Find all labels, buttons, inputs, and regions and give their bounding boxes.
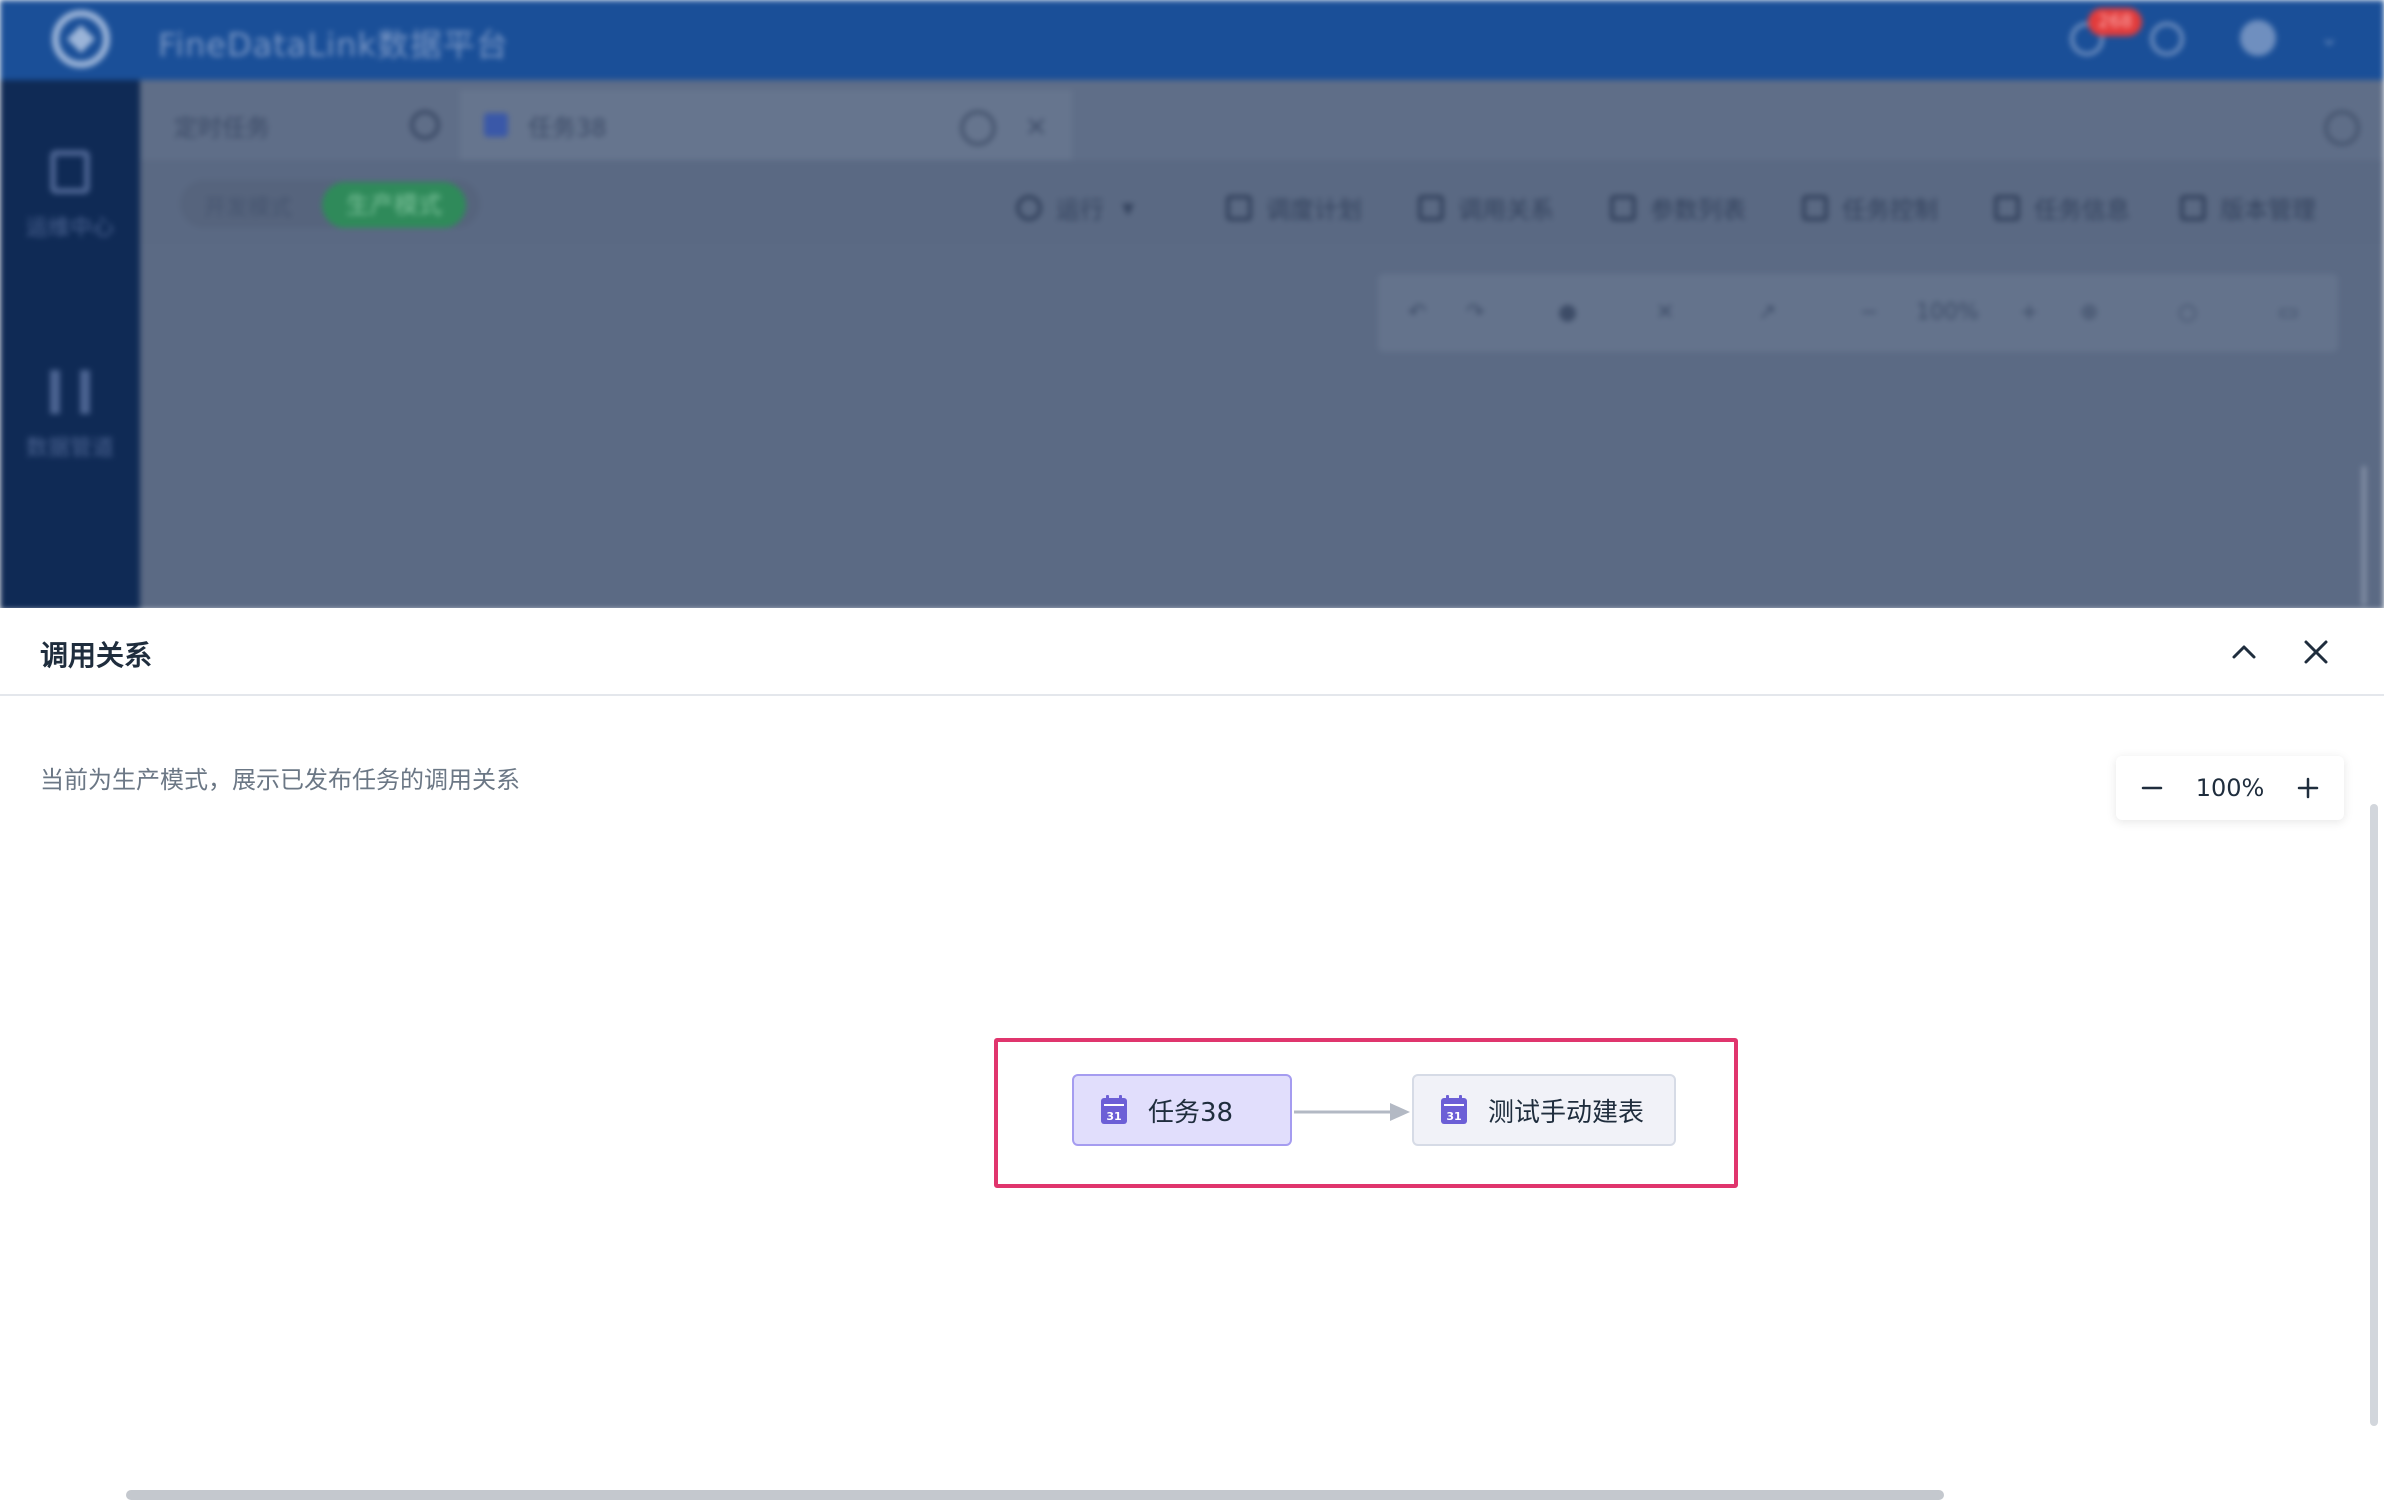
collapse-button[interactable] [2222,630,2266,674]
chevron-down-icon[interactable]: ⌄ [2320,26,2338,51]
top-bar: FineDataLink数据平台 268 ⌄ [0,0,2384,80]
sidebar-item-data-pipeline[interactable]: 数据管道 [0,370,140,462]
redo-icon[interactable]: ↷ [1466,300,1484,325]
app-logo [52,10,110,68]
calendar-check-icon [50,150,90,194]
canvas-zoom-value: 100% [1916,300,1979,325]
background-scrollbar[interactable] [2362,466,2366,606]
add-tab-icon[interactable] [960,110,996,146]
notification-badge: 268 [2088,8,2143,36]
schedule-plan-label: 调度计划 [1266,196,1362,224]
horizontal-scrollbar[interactable] [126,1490,1944,1500]
call-relation-button[interactable]: 调用关系 [1418,190,1554,225]
undo-icon[interactable]: ↶ [1408,300,1426,325]
plus-icon [2297,777,2319,799]
locate-icon[interactable]: ⊕ [2080,300,2098,325]
panel-title: 调用关系 [40,639,153,672]
vertical-scrollbar[interactable] [2370,804,2378,1426]
node-label: 任务38 [1148,1097,1234,1128]
tab-strip: 定时任务 任务38 × [140,80,2384,160]
canvas-toolbar: ↶ ↷ ● ✕ ↗ − 100% + ⊕ ○ ▭ [1378,274,2338,352]
search-icon[interactable]: ○ [2178,300,2197,325]
task-control-label: 任务控制 [1842,196,1938,224]
info-icon[interactable] [2324,110,2360,146]
params-icon [1610,194,1636,221]
mode-prod-option[interactable]: 生产模式 [322,182,466,228]
background-app: FineDataLink数据平台 268 ⌄ 运维中心 数据管道 定时任务 任务… [0,0,2384,610]
svg-text:31: 31 [1106,1110,1121,1123]
node-label: 测试手动建表 [1488,1097,1645,1128]
run-label: 运行 [1056,196,1104,224]
task-info-button[interactable]: 任务信息 [1994,190,2130,225]
zoom-in-button[interactable] [2290,770,2326,806]
app-title: FineDataLink数据平台 [158,26,509,64]
control-icon [1802,194,1828,221]
play-icon [1016,194,1042,221]
tab-label: 定时任务 [174,113,270,142]
scheduled-task-icon: 31 [1441,1095,1467,1124]
schedule-icon [1226,194,1252,221]
run-button[interactable]: 运行 ▾ [1016,190,1134,225]
mode-dev-option[interactable]: 开发模式 [204,190,292,222]
fit-icon[interactable]: ✕ [1656,300,1674,325]
graph-node-test-manual-table[interactable]: 31 测试手动建表 [1412,1074,1676,1146]
task-control-button[interactable]: 任务控制 [1802,190,1938,225]
info-doc-icon [1994,194,2020,221]
tab-label: 任务38 [528,113,607,142]
zoom-in-icon[interactable]: + [2020,300,2038,325]
close-icon [2304,640,2328,664]
param-list-button[interactable]: 参数列表 [1610,190,1746,225]
task-icon [484,113,508,137]
help-icon[interactable] [2150,22,2184,56]
dependency-arrow [1294,1103,1410,1121]
pipeline-icon [50,370,90,414]
graph-node-task38[interactable]: 31 任务38 [1072,1074,1292,1146]
relation-icon [1418,194,1444,221]
chevron-up-icon [2232,645,2256,659]
sidebar-item-label: 数据管道 [25,436,114,461]
zoom-out-button[interactable] [2134,770,2170,806]
close-icon[interactable]: × [1025,109,1048,142]
connector-icon[interactable]: ↗ [1758,300,1776,325]
tab-scheduled-tasks[interactable]: 定时任务 [160,90,460,160]
schedule-plan-button[interactable]: 调度计划 [1226,190,1362,225]
user-avatar[interactable] [2240,20,2276,56]
version-manage-button[interactable]: 版本管理 [2180,190,2316,225]
param-list-label: 参数列表 [1650,196,1746,224]
gear-icon[interactable] [410,110,440,140]
sidebar-item-label: 运维中心 [25,216,114,241]
task-info-label: 任务信息 [2034,196,2130,224]
zoom-control: 100% [2116,756,2344,820]
svg-text:31: 31 [1446,1110,1461,1123]
version-icon [2180,194,2206,221]
mode-hint-text: 当前为生产模式，展示已发布任务的调用关系 [40,766,520,794]
minus-icon [2141,786,2163,790]
call-relation-panel: 调用关系 当前为生产模式，展示已发布任务的调用关系 100% 31 任务38 3… [0,608,2384,1508]
sidebar: 运维中心 数据管道 [0,80,140,610]
zoom-value: 100% [2195,774,2265,802]
call-relation-label: 调用关系 [1458,196,1554,224]
version-manage-label: 版本管理 [2220,196,2316,224]
close-button[interactable] [2294,630,2338,674]
caret-down-icon: ▾ [1122,193,1135,222]
zoom-out-icon[interactable]: − [1860,300,1878,325]
scheduled-task-icon: 31 [1101,1095,1127,1124]
work-area: 定时任务 任务38 × 开发模式 生产模式 运行 ▾ 调度计划 调用关系 参数列… [140,80,2384,610]
panel-header: 调用关系 [0,608,2384,696]
sidebar-item-ops-center[interactable]: 运维中心 [0,150,140,242]
save-icon[interactable]: ● [1558,300,1577,325]
minimap-icon[interactable]: ▭ [2278,300,2299,325]
